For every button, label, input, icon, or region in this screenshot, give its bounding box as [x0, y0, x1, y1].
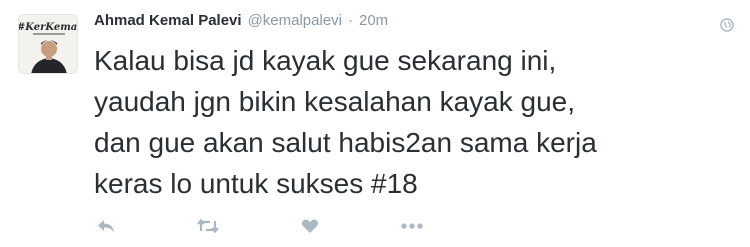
reply-icon[interactable]	[94, 215, 118, 237]
avatar-image: #KerKemal	[19, 15, 78, 73]
tweet-text: Kalau bisa jd kayak gue sekarang ini, ya…	[94, 45, 597, 199]
globe-icon	[720, 18, 734, 32]
tweet-card[interactable]: #KerKemal Ahmad Kemal Palevi @kemalpalev…	[0, 0, 750, 247]
retweet-icon[interactable]	[196, 215, 220, 237]
header-separator: ·	[348, 12, 353, 29]
tweet-actions	[94, 214, 424, 238]
heart-icon[interactable]	[298, 215, 322, 237]
author-handle[interactable]: @kemalpalevi	[248, 12, 342, 29]
tweet-timestamp[interactable]: 20m	[359, 12, 388, 29]
svg-text:#KerKemal: #KerKemal	[19, 22, 78, 33]
more-icon[interactable]	[400, 215, 424, 237]
tweet-header: Ahmad Kemal Palevi @kemalpalevi · 20m	[94, 12, 388, 32]
avatar[interactable]: #KerKemal	[18, 14, 78, 74]
author-name[interactable]: Ahmad Kemal Palevi	[94, 12, 242, 29]
